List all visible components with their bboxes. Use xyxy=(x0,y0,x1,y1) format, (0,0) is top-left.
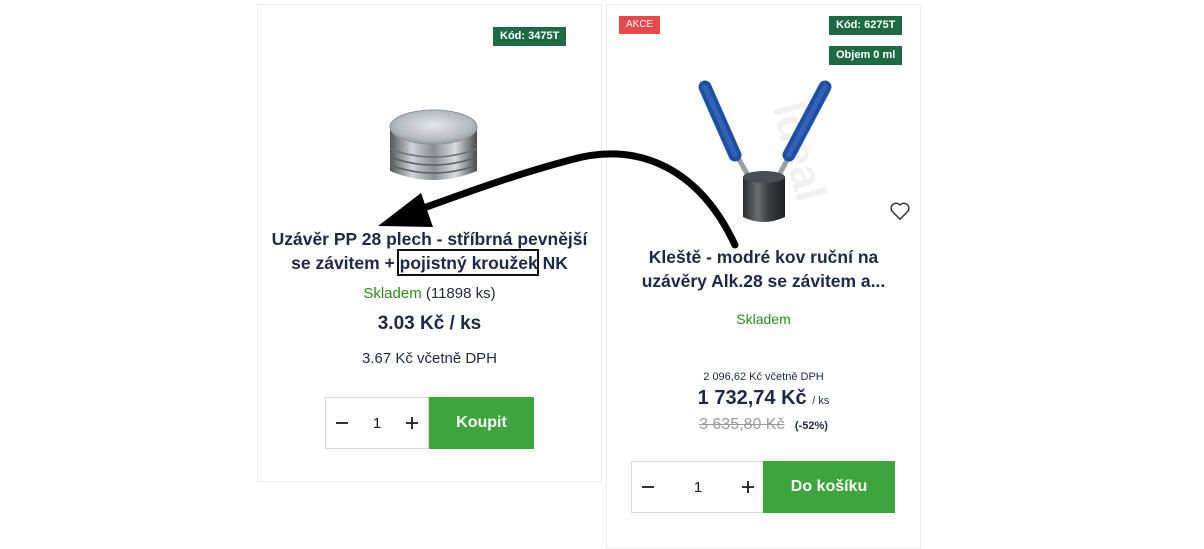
sale-badge: AKCE xyxy=(619,16,661,34)
heart-icon[interactable] xyxy=(889,201,911,226)
old-price: 3 635,80 Kč xyxy=(699,416,785,433)
volume-badge: Objem 0 ml xyxy=(829,46,903,65)
plus-icon[interactable] xyxy=(732,462,764,512)
title-line-1: Kleště - modré kov ruční na xyxy=(648,247,879,267)
title-line-1: Uzávěr PP 28 plech - stříbrná pevnější xyxy=(271,229,588,249)
product-image[interactable] xyxy=(386,105,481,190)
stock-info: Skladem (11898 ks) xyxy=(258,285,601,302)
price: 1 732,74 Kč / ks xyxy=(607,387,920,410)
product-image[interactable]: ldeal xyxy=(677,67,847,227)
title-line-2: uzávěry Alk.28 se závitem a... xyxy=(641,271,886,291)
discount-badge: (-52%) xyxy=(794,420,828,432)
highlight-box xyxy=(397,249,539,276)
product-code-badge: Kód: 6275T xyxy=(829,16,903,35)
title-text-pre: se závitem + xyxy=(291,253,400,273)
product-card-2: AKCE Kód: 6275T Objem 0 ml ldeal Kleště … xyxy=(606,4,921,549)
stock-count: (11898 ks) xyxy=(421,285,496,302)
product-card-1: Kód: 3475T Uzávěr PP 28 plech - stříbrná… xyxy=(257,4,602,482)
quantity-stepper: 1 xyxy=(631,461,765,513)
annotation-arrow xyxy=(378,150,739,249)
quantity-input[interactable]: 1 xyxy=(664,479,732,496)
product-code-badge: Kód: 3475T xyxy=(493,27,567,46)
price-unit: / ks xyxy=(812,395,830,407)
quantity-stepper: 1 xyxy=(325,397,429,449)
price-value: 1 732,74 Kč xyxy=(697,387,807,409)
minus-icon[interactable] xyxy=(632,462,664,512)
title-text-post: NK xyxy=(537,253,568,273)
stock-status: Skladem xyxy=(363,285,422,302)
price-vat: 3.67 Kč včetně DPH xyxy=(361,350,498,367)
plus-icon[interactable] xyxy=(396,398,428,448)
product-title[interactable]: Kleště - modré kov ruční na uzávěry Alk.… xyxy=(607,245,920,293)
quantity-input[interactable]: 1 xyxy=(358,415,396,432)
add-to-cart-button[interactable]: Do košíku xyxy=(763,461,895,513)
stock-status: Skladem xyxy=(736,311,791,327)
minus-icon[interactable] xyxy=(326,398,358,448)
price-vat: 2 096,62 Kč včetně DPH xyxy=(703,371,824,383)
old-price-row: 3 635,80 Kč (-52%) xyxy=(607,416,920,434)
price: 3.03 Kč / ks xyxy=(377,313,482,334)
buy-button[interactable]: Koupit xyxy=(429,397,534,449)
